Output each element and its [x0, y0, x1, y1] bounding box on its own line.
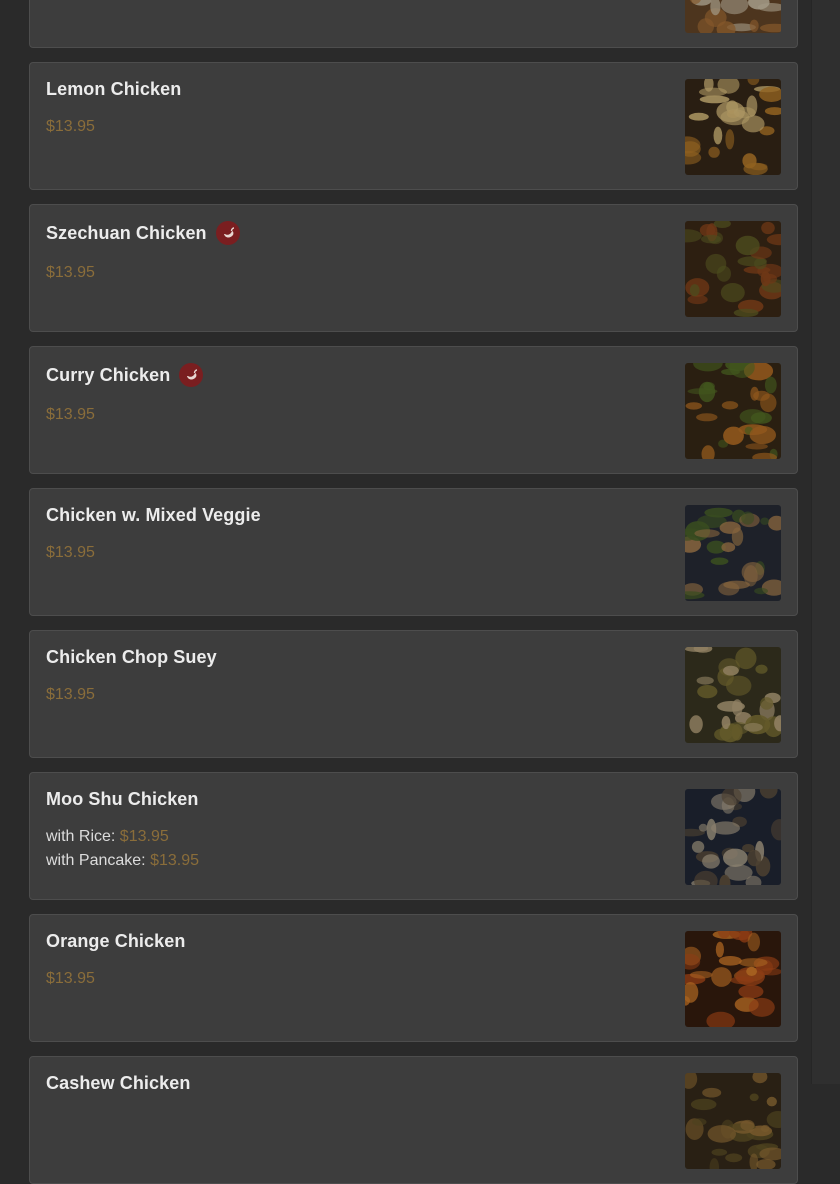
price-label: with Pancake:: [46, 852, 151, 869]
price-label: with Rice:: [46, 828, 120, 845]
menu-item-card[interactable]: Chicken Chop Suey $13.95: [29, 630, 798, 758]
dish-photo[interactable]: [685, 789, 781, 885]
menu-item-name: Chicken Chop Suey: [46, 647, 217, 667]
menu-item-title: Szechuan Chicken: [46, 221, 240, 245]
menu-item-name: Curry Chicken: [46, 364, 171, 385]
price-value: $13.95: [46, 544, 95, 561]
menu-item-title: Chicken w. Mixed Veggie: [46, 505, 261, 526]
price-row: $13.95: [46, 261, 95, 285]
menu-item-prices: $13.95: [46, 403, 95, 427]
menu-item-name: Chicken w. Mixed Veggie: [46, 505, 261, 525]
price-value: $13.95: [46, 264, 95, 281]
dish-photo[interactable]: [685, 79, 781, 175]
price-row: $13.95: [46, 541, 95, 565]
menu-item-card[interactable]: Moo Shu Chicken with Rice: $13.95 with Pan…: [29, 772, 798, 900]
price-value: $13.95: [46, 118, 95, 135]
price-row: $13.95: [46, 967, 95, 991]
menu-item-name: Orange Chicken: [46, 931, 186, 951]
menu-item-card[interactable]: Orange Chicken $13.95: [29, 914, 798, 1042]
dish-photo[interactable]: [685, 931, 781, 1027]
menu-item-list: Lemon Chicken $13.95 Szechuan Chicken $13.9…: [0, 0, 840, 1184]
price-row: $13.95: [46, 115, 95, 139]
menu-item-title: Curry Chicken: [46, 363, 204, 387]
dish-photo[interactable]: [685, 363, 781, 459]
price-row: $13.95: [46, 683, 95, 707]
dish-photo[interactable]: [685, 1073, 781, 1169]
dish-photo[interactable]: [685, 505, 781, 601]
price-row: with Pancake: $13.95: [46, 849, 199, 873]
menu-item-prices: with Rice: $13.95 with Pancake: $13.95: [46, 825, 199, 873]
price-row: with Rice: $13.95: [46, 825, 199, 849]
menu-item-card[interactable]: Cashew Chicken: [29, 1056, 798, 1184]
price-value: $13.95: [46, 406, 95, 423]
menu-item-prices: $13.95: [46, 115, 95, 139]
price-value: $13.95: [119, 828, 169, 845]
dish-photo[interactable]: [685, 0, 781, 33]
price-value: $13.95: [46, 970, 95, 987]
menu-item-prices: $13.95: [46, 261, 95, 285]
menu-item-card[interactable]: Szechuan Chicken $13.95: [29, 204, 798, 332]
menu-item-title: Orange Chicken: [46, 931, 185, 952]
menu-item-card[interactable]: Curry Chicken $13.95: [29, 346, 798, 474]
menu-item-title: Lemon Chicken: [46, 79, 181, 100]
dish-photo[interactable]: [685, 647, 781, 743]
menu-item-title: Moo Shu Chicken: [46, 789, 199, 810]
price-value: $13.95: [46, 686, 95, 703]
menu-item-prices: $13.95: [46, 683, 95, 707]
price-value: $13.95: [150, 852, 199, 869]
price-row: $13.95: [46, 403, 95, 427]
menu-item-card[interactable]: Lemon Chicken $13.95: [29, 62, 798, 190]
menu-item-title: Chicken Chop Suey: [46, 647, 217, 668]
spicy-pepper-icon: [215, 221, 240, 245]
menu-item-name: Lemon Chicken: [46, 79, 182, 99]
menu-item-prices: $13.95: [46, 541, 95, 565]
menu-item-card[interactable]: Chicken w. Mixed Veggie $13.95: [29, 488, 798, 616]
page-scrollbar[interactable]: [811, 0, 840, 1084]
dish-photo[interactable]: [685, 221, 781, 317]
menu-item-name: Moo Shu Chicken: [46, 789, 199, 809]
menu-item-card[interactable]: [29, 0, 798, 48]
menu-item-prices: $13.95: [46, 967, 95, 991]
spicy-pepper-icon: [179, 363, 204, 387]
menu-item-name: Szechuan Chicken: [46, 222, 207, 243]
